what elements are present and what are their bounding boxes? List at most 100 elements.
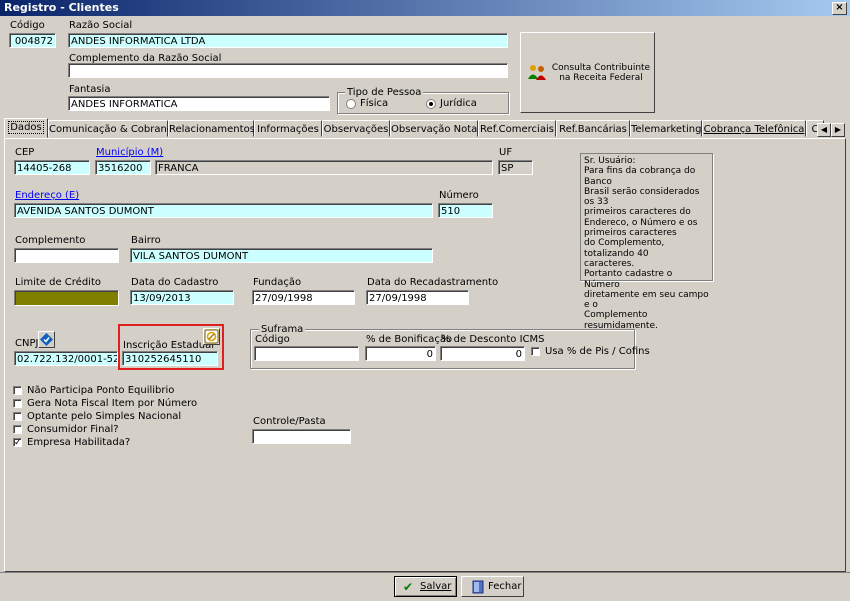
tab-ref-comerciais[interactable]: Ref.Comerciais xyxy=(478,120,556,137)
tab-scroll-left-button[interactable]: ◀ xyxy=(817,123,831,137)
empresa-habilitada-checkbox[interactable]: ✓ xyxy=(13,438,22,448)
close-button[interactable]: × xyxy=(832,2,847,15)
cep-field[interactable]: 14405-268 xyxy=(14,160,90,175)
endereco-link[interactable]: Endereço (E) xyxy=(15,190,79,201)
cep-label: CEP xyxy=(15,147,35,158)
municipio-link[interactable]: Município (M) xyxy=(96,147,163,158)
desconto-icms-label: % de Desconto ICMS xyxy=(441,334,545,345)
optante-simples-label[interactable]: Optante pelo Simples Nacional xyxy=(27,411,181,422)
fechar-button[interactable]: Fechar xyxy=(461,576,524,597)
close-icon: × xyxy=(835,2,844,13)
nao-participa-checkbox[interactable] xyxy=(13,386,22,395)
tab-dados[interactable]: Dados xyxy=(4,118,48,138)
salvar-button[interactable]: ✔ Salvar xyxy=(394,576,457,597)
inscricao-lookup-icon xyxy=(204,329,219,344)
tab-comunicacao[interactable]: Comunicação & Cobrança xyxy=(48,120,178,137)
window-title: Registro - Clientes xyxy=(4,1,119,14)
razao-social-field[interactable]: ANDES INFORMATICA LTDA xyxy=(68,33,508,48)
juridica-label[interactable]: Jurídica xyxy=(440,98,477,109)
suframa-codigo-label: Código xyxy=(255,334,290,345)
numero-label: Número xyxy=(439,190,479,201)
fisica-radio[interactable] xyxy=(346,99,356,109)
pis-cofins-label[interactable]: Usa % de Pis / Cofins xyxy=(545,346,650,357)
limite-credito-label: Limite de Crédito xyxy=(15,277,101,288)
bairro-field[interactable]: VILA SANTOS DUMONT xyxy=(130,248,433,263)
door-icon xyxy=(472,580,484,594)
footer-divider xyxy=(0,572,850,573)
data-recadastramento-field[interactable]: 27/09/1998 xyxy=(366,290,469,305)
tab-scroll-right-button[interactable]: ▶ xyxy=(831,123,845,137)
info-note: Sr. Usuário: Para fins da cobrança do Ba… xyxy=(580,153,713,331)
fundacao-field[interactable]: 27/09/1998 xyxy=(252,290,355,305)
note-line: diretamente em seu campo e o xyxy=(584,289,709,311)
consumidor-final-checkbox[interactable] xyxy=(13,425,22,434)
people-icon xyxy=(527,64,547,80)
consulta-receita-label: Consulta Contribuinte na Receita Federal xyxy=(551,63,651,83)
check-icon: ✔ xyxy=(403,580,414,594)
fisica-label[interactable]: Física xyxy=(360,98,388,109)
fundacao-label: Fundação xyxy=(253,277,302,288)
tab-cobranca-telefonica[interactable]: Cobrança Telefônica xyxy=(702,120,806,137)
desconto-icms-field[interactable]: 0 xyxy=(440,346,525,361)
consumidor-final-label[interactable]: Consumidor Final? xyxy=(27,424,119,435)
tab-strip: Dados Comunicação & Cobrança Relacioname… xyxy=(4,118,846,138)
title-bar: Registro - Clientes xyxy=(0,0,850,16)
complemento-field[interactable] xyxy=(14,248,119,263)
cnpj-lookup-button[interactable] xyxy=(38,331,55,348)
inscricao-lookup-button[interactable] xyxy=(203,328,220,345)
data-recadastramento-label: Data do Recadastramento xyxy=(367,277,499,288)
inscricao-estadual-label: Inscrição Estadual xyxy=(123,340,214,351)
pis-cofins-checkbox[interactable] xyxy=(531,347,540,356)
tab-telemarketing[interactable]: Telemarketing xyxy=(630,120,702,137)
note-line: Endereco, o Número e os xyxy=(584,217,698,228)
suframa-codigo-field[interactable] xyxy=(254,346,359,361)
controle-pasta-label: Controle/Pasta xyxy=(253,416,326,427)
inscricao-estadual-field[interactable]: 310252645110 xyxy=(122,351,218,366)
note-line: Complemento resumidamente. xyxy=(584,310,658,331)
numero-field[interactable]: 510 xyxy=(438,203,493,218)
tab-informacoes[interactable]: Informações xyxy=(254,120,322,137)
note-line: Sr. Usuário: xyxy=(584,156,636,166)
cnpj-lookup-icon xyxy=(40,333,53,346)
fechar-label: Fechar xyxy=(488,581,522,592)
tab-ref-bancarias[interactable]: Ref.Bancárias xyxy=(556,120,630,137)
gera-nota-checkbox[interactable] xyxy=(13,399,22,408)
uf-field: SP xyxy=(498,160,533,175)
empresa-habilitada-label[interactable]: Empresa Habilitada? xyxy=(27,437,130,448)
limite-credito-field[interactable] xyxy=(14,290,119,306)
arrow-left-icon: ◀ xyxy=(820,125,828,134)
bonificacao-field[interactable]: 0 xyxy=(365,346,436,361)
note-line: Para fins da cobrança do Banco xyxy=(584,166,696,187)
endereco-field[interactable]: AVENIDA SANTOS DUMONT xyxy=(14,203,433,218)
tab-observacoes[interactable]: Observações xyxy=(322,120,390,137)
bairro-label: Bairro xyxy=(131,235,161,246)
nao-participa-label[interactable]: Não Participa Ponto Equilibrio xyxy=(27,385,174,396)
arrow-right-icon: ▶ xyxy=(834,125,842,134)
cnpj-label: CNPJ xyxy=(15,338,39,349)
codigo-field[interactable]: 004872 xyxy=(9,33,56,48)
municipio-codigo-field[interactable]: 3516200 xyxy=(95,160,151,175)
gera-nota-label[interactable]: Gera Nota Fiscal Item por Número xyxy=(27,398,197,409)
note-line: Brasil serão considerados os 33 xyxy=(584,186,700,208)
controle-pasta-field[interactable] xyxy=(252,429,351,444)
salvar-label: Salvar xyxy=(420,581,452,592)
fantasia-field[interactable]: ANDES INFORMATICA xyxy=(68,96,330,111)
juridica-radio[interactable] xyxy=(426,99,436,109)
data-cadastro-field[interactable]: 13/09/2013 xyxy=(130,290,234,305)
note-line: do Complemento, totalizando 40 xyxy=(584,238,665,259)
note-line: Portanto cadastre o Número xyxy=(584,269,673,290)
cnpj-field[interactable]: 02.722.132/0001-52 xyxy=(14,351,118,366)
codigo-label: Código xyxy=(10,20,45,31)
uf-label: UF xyxy=(499,147,513,158)
bonificacao-label: % de Bonificação xyxy=(366,334,453,345)
fantasia-label: Fantasia xyxy=(69,84,111,95)
optante-simples-checkbox[interactable] xyxy=(13,412,22,421)
tab-observacao-nota[interactable]: Observação Nota xyxy=(390,120,478,137)
complemento-razao-field[interactable] xyxy=(68,63,508,78)
complemento-label: Complemento xyxy=(15,235,86,246)
municipio-nome-field: FRANCA xyxy=(155,160,493,175)
tab-relacionamentos[interactable]: Relacionamentos xyxy=(168,120,255,137)
note-line: caracteres. xyxy=(584,258,635,269)
data-cadastro-label: Data do Cadastro xyxy=(131,277,219,288)
note-line: primeiros caracteres do xyxy=(584,207,691,218)
